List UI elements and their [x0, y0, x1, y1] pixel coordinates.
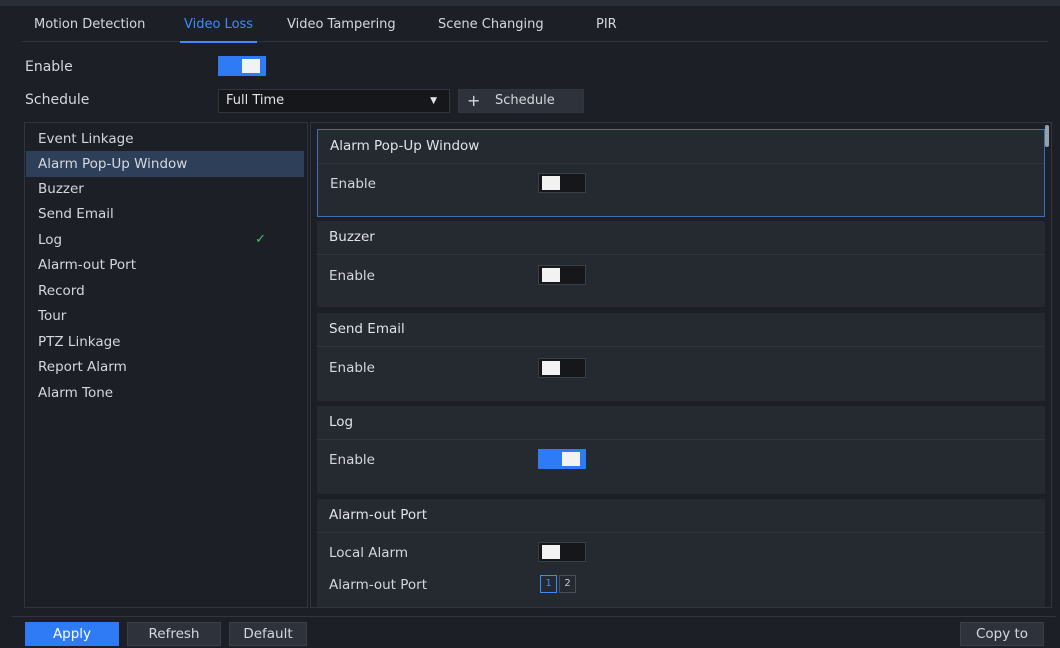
- enable-label: Enable: [330, 176, 376, 192]
- section-alarm-out-port: Alarm-out Port Local Alarm Alarm-out Por…: [317, 499, 1045, 607]
- video-loss-settings-page: Motion Detection Video Loss Video Tamper…: [0, 0, 1060, 648]
- schedule-label: Schedule: [25, 92, 90, 108]
- local-alarm-toggle[interactable]: [538, 542, 586, 562]
- schedule-select[interactable]: Full Time ▼: [218, 89, 450, 113]
- section-title: Alarm Pop-Up Window: [330, 138, 480, 154]
- section-title: Send Email: [329, 321, 405, 337]
- section-title: Buzzer: [329, 229, 375, 245]
- copy-to-button[interactable]: Copy to: [960, 622, 1044, 646]
- alarm-out-port-label: Alarm-out Port: [329, 577, 428, 593]
- event-tabs: Motion Detection Video Loss Video Tamper…: [22, 8, 1048, 43]
- add-schedule-label: Schedule: [495, 93, 555, 108]
- tab-video-tampering[interactable]: Video Tampering: [287, 8, 396, 42]
- divider: [318, 163, 1044, 164]
- tab-scene-changing[interactable]: Scene Changing: [438, 8, 544, 42]
- list-item-ptz-linkage[interactable]: PTZ Linkage: [26, 329, 304, 355]
- local-alarm-label: Local Alarm: [329, 545, 409, 561]
- list-item-log-label: Log: [38, 232, 63, 248]
- tab-pir[interactable]: PIR: [596, 8, 617, 42]
- enable-toggle[interactable]: [218, 56, 266, 76]
- add-schedule-button[interactable]: + Schedule: [458, 89, 584, 113]
- port-2-checkbox[interactable]: 2: [559, 575, 576, 593]
- section-title: Alarm-out Port: [329, 507, 428, 523]
- list-item-log[interactable]: Log ✓: [26, 227, 304, 253]
- section-log: Log Enable: [317, 406, 1045, 494]
- section-buzzer: Buzzer Enable: [317, 221, 1045, 307]
- chevron-down-icon: ▼: [430, 96, 437, 106]
- list-item-record[interactable]: Record: [26, 278, 304, 304]
- enable-label: Enable: [25, 59, 73, 75]
- linkage-detail-panel: Alarm Pop-Up Window Enable Buzzer Enable…: [310, 122, 1052, 608]
- list-item-alarm-tone[interactable]: Alarm Tone: [26, 380, 304, 406]
- toggle-knob: [542, 545, 560, 559]
- divider: [317, 346, 1045, 347]
- plus-icon: +: [467, 91, 481, 110]
- buzzer-toggle[interactable]: [538, 265, 586, 285]
- toggle-knob: [542, 361, 560, 375]
- port-1-checkbox[interactable]: 1: [540, 575, 557, 593]
- divider: [317, 254, 1045, 255]
- divider: [317, 532, 1045, 533]
- section-title: Log: [329, 414, 354, 430]
- list-item-send-email[interactable]: Send Email: [26, 201, 304, 227]
- check-icon: ✓: [255, 232, 266, 247]
- send-email-toggle[interactable]: [538, 358, 586, 378]
- tab-motion-detection[interactable]: Motion Detection: [34, 8, 145, 42]
- enable-label: Enable: [329, 452, 375, 468]
- list-item-alarm-out-port[interactable]: Alarm-out Port: [26, 252, 304, 278]
- apply-button[interactable]: Apply: [25, 622, 119, 646]
- refresh-button[interactable]: Refresh: [127, 622, 221, 646]
- toggle-knob: [562, 452, 580, 466]
- toggle-knob: [542, 176, 560, 190]
- enable-label: Enable: [329, 360, 375, 376]
- tab-video-loss[interactable]: Video Loss: [179, 8, 258, 43]
- schedule-value: Full Time: [226, 93, 285, 108]
- enable-label: Enable: [329, 268, 375, 284]
- section-alarm-popup: Alarm Pop-Up Window Enable: [317, 129, 1045, 217]
- alarm-popup-toggle[interactable]: [538, 173, 586, 193]
- list-item-event-linkage: Event Linkage: [38, 131, 134, 147]
- top-strip: [0, 0, 1060, 6]
- default-button[interactable]: Default: [229, 622, 307, 646]
- list-item-buzzer[interactable]: Buzzer: [26, 176, 304, 202]
- toggle-knob: [242, 59, 260, 73]
- list-item-tour[interactable]: Tour: [26, 303, 304, 329]
- bottom-divider: [12, 616, 1056, 617]
- scrollbar[interactable]: [1045, 125, 1049, 147]
- list-item-report-alarm[interactable]: Report Alarm: [26, 354, 304, 380]
- section-send-email: Send Email Enable: [317, 313, 1045, 401]
- log-toggle[interactable]: [538, 449, 586, 469]
- linkage-list: Event Linkage Alarm Pop-Up Window Buzzer…: [24, 122, 308, 608]
- toggle-knob: [542, 268, 560, 282]
- list-item-alarm-popup[interactable]: Alarm Pop-Up Window: [26, 151, 304, 177]
- divider: [317, 439, 1045, 440]
